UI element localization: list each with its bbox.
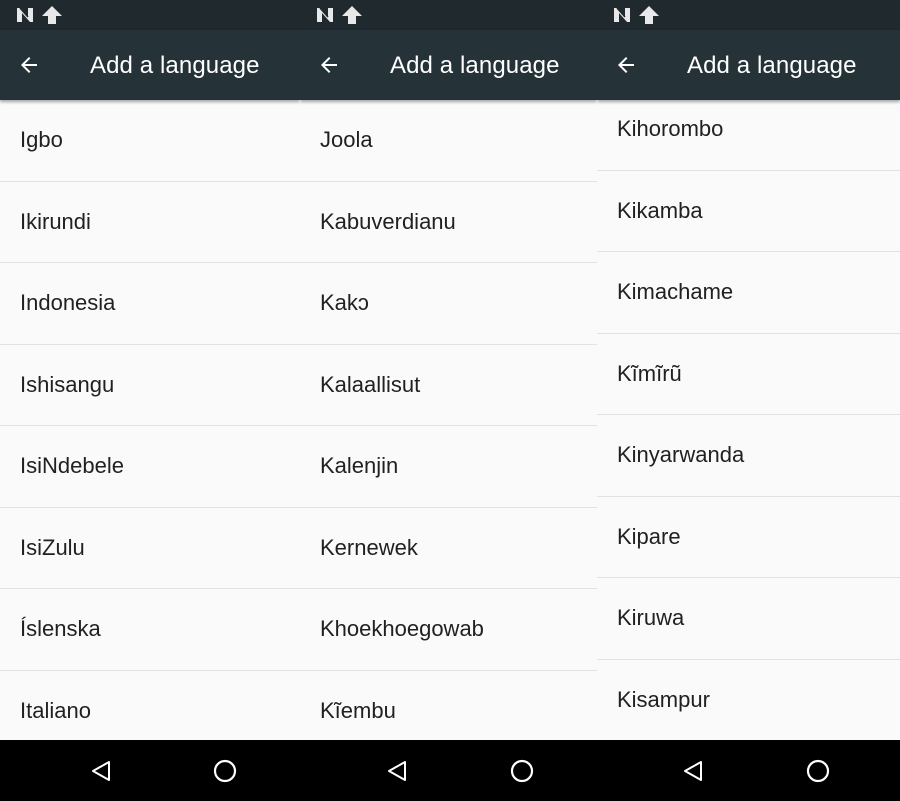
status-bar [300, 0, 597, 30]
list-item[interactable]: Kinyarwanda [597, 415, 900, 497]
n-notification-icon [614, 7, 630, 22]
language-list: Igbo Ikirundi Indonesia Ishisangu IsiNde… [0, 100, 300, 740]
page-title: Add a language [687, 52, 857, 79]
nav-back-button[interactable] [380, 754, 414, 788]
language-label: Kihorombo [617, 116, 724, 142]
language-label: Ikirundi [20, 208, 91, 234]
n-notification-icon [17, 7, 33, 22]
status-icons [613, 6, 659, 24]
list-item[interactable]: Kabuverdianu [300, 182, 597, 263]
arrow-left-icon [618, 57, 634, 73]
app-bar: Add a language [300, 30, 597, 100]
nav-back-button[interactable] [676, 754, 710, 788]
language-label: IsiZulu [20, 534, 85, 560]
list-item[interactable]: IsiNdebele [0, 426, 300, 508]
back-button[interactable] [14, 50, 44, 80]
page-title: Add a language [90, 52, 260, 79]
nav-home-button[interactable] [505, 754, 539, 788]
app-bar: Add a language [0, 30, 300, 100]
list-item[interactable]: Igbo [0, 100, 300, 182]
list-item[interactable]: Kiruwa [597, 578, 900, 660]
language-label: Kabuverdianu [320, 208, 456, 234]
language-label: Kinyarwanda [617, 442, 745, 468]
language-label: Kakɔ [320, 290, 369, 316]
status-bar [597, 0, 900, 30]
language-label: Indonesia [20, 290, 116, 316]
nav-back-button[interactable] [84, 754, 118, 788]
list-item[interactable]: Joola [300, 100, 597, 182]
language-label: Kernewek [320, 534, 418, 560]
language-label: Kiruwa [617, 605, 685, 631]
list-item[interactable]: Kernewek [300, 508, 597, 589]
list-item[interactable]: Kipare [597, 497, 900, 578]
language-label: Kimachame [617, 279, 734, 305]
list-item[interactable]: Indonesia [0, 263, 300, 345]
list-item[interactable]: Kikamba [597, 171, 900, 252]
app-bar: Add a language [597, 30, 900, 100]
arrow-left-icon [21, 57, 37, 73]
n-notification-icon [317, 7, 333, 22]
list-item[interactable]: Kĩembu [300, 671, 597, 741]
list-item[interactable]: Kalenjin [300, 426, 597, 508]
language-label: Ishisangu [20, 371, 115, 397]
status-bar [0, 0, 300, 30]
list-item[interactable]: Íslenska [0, 589, 300, 671]
language-list: Kihorombo Kikamba Kimachame Kĩmĩrũ Kinya… [597, 89, 900, 740]
circle-home-icon [213, 759, 237, 783]
triangle-back-icon [92, 761, 110, 781]
back-button[interactable] [611, 50, 641, 80]
circle-home-icon [510, 759, 534, 783]
triangle-back-icon [388, 761, 406, 781]
upload-arrow-icon [639, 6, 659, 24]
list-item[interactable]: Italiano [0, 671, 300, 741]
language-label: Kalaallisut [320, 371, 421, 397]
list-item[interactable]: Kihorombo [597, 89, 900, 171]
language-label: Kikamba [617, 197, 703, 223]
back-button[interactable] [314, 50, 344, 80]
language-label: IsiNdebele [20, 453, 124, 479]
list-item[interactable]: Kalaallisut [300, 345, 597, 426]
list-item[interactable]: IsiZulu [0, 508, 300, 589]
list-item[interactable]: Kisampur [597, 660, 900, 741]
language-label: Kalenjin [320, 453, 399, 479]
list-item[interactable]: Ishisangu [0, 345, 300, 426]
upload-arrow-icon [42, 6, 62, 24]
status-icons [16, 6, 62, 24]
status-icons [316, 6, 362, 24]
list-item[interactable]: Khoekhoegowab [300, 589, 597, 671]
list-item[interactable]: Ikirundi [0, 182, 300, 263]
screen-3: Add a language Kihorombo Kikamba Kimacha… [597, 0, 900, 740]
language-label: Igbo [20, 127, 63, 153]
language-label: Joola [320, 127, 373, 153]
nav-home-button[interactable] [208, 754, 242, 788]
list-item[interactable]: Kimachame [597, 252, 900, 334]
language-label: Italiano [20, 697, 91, 723]
language-list: Joola Kabuverdianu Kakɔ Kalaallisut Kale… [300, 100, 597, 740]
arrow-left-icon [321, 57, 337, 73]
language-label: Kisampur [617, 686, 710, 712]
triangle-back-icon [684, 761, 702, 781]
language-label: Íslenska [20, 616, 101, 642]
list-item[interactable]: Kĩmĩrũ [597, 334, 900, 415]
system-navigation-bar [0, 740, 900, 801]
screens-container: Add a language Igbo Ikirundi Indonesia I… [0, 0, 900, 740]
upload-arrow-icon [342, 6, 362, 24]
language-label: Kĩmĩrũ [617, 360, 682, 386]
nav-home-button[interactable] [801, 754, 835, 788]
circle-home-icon [806, 759, 830, 783]
screen-2: Add a language Joola Kabuverdianu Kakɔ K… [300, 0, 597, 740]
language-label: Khoekhoegowab [320, 616, 484, 642]
list-item[interactable]: Kakɔ [300, 263, 597, 345]
screen-1: Add a language Igbo Ikirundi Indonesia I… [0, 0, 300, 740]
language-label: Kipare [617, 523, 681, 549]
page-title: Add a language [390, 52, 560, 79]
language-label: Kĩembu [320, 697, 396, 723]
